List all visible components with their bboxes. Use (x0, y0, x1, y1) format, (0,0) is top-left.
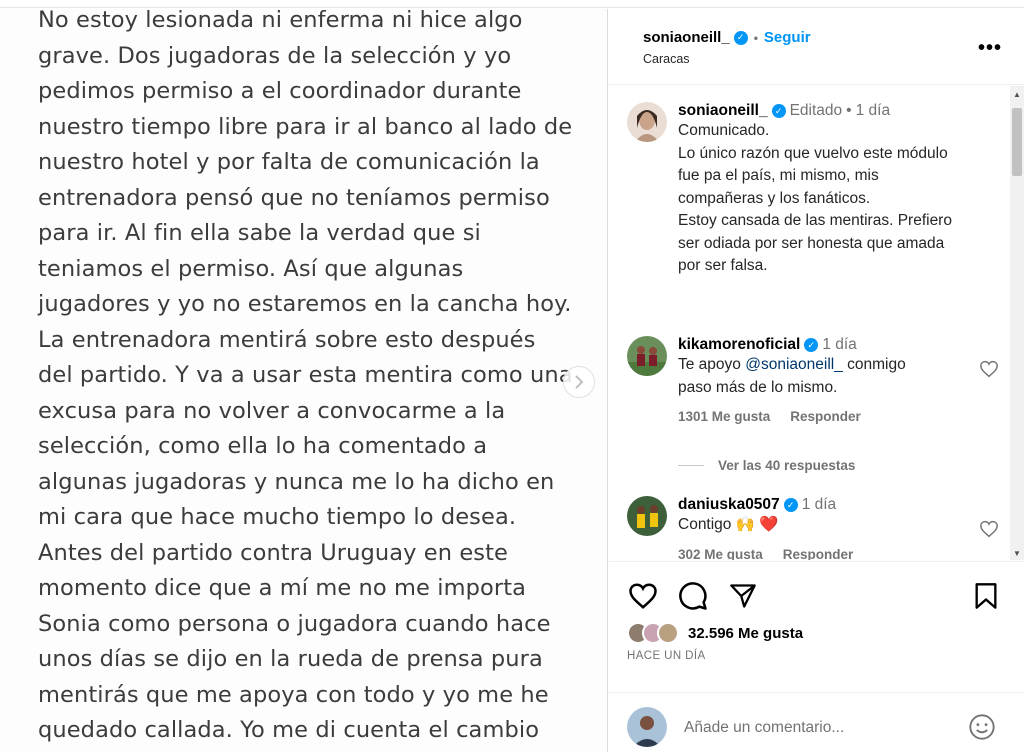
post-actions: 32.596 Me gusta HACE UN DÍA (609, 561, 1024, 691)
chevron-right-icon (575, 375, 584, 389)
image-text-line: grave. Dos jugadoras de la selección y y… (38, 42, 512, 69)
reply-button[interactable]: Responder (790, 409, 861, 424)
comment-like-icon[interactable] (979, 360, 999, 383)
comment-username[interactable]: kikamorenoficial (678, 336, 800, 354)
follow-button[interactable]: Seguir (764, 29, 811, 46)
post-image: No estoy lesionada ni enferma ni hice al… (0, 9, 608, 752)
view-replies-label: Ver las 40 respuestas (718, 458, 856, 473)
image-text-line: nuestro hotel y por falta de comunicació… (38, 149, 540, 175)
image-text-line: selección, como ella lo ha comentado a (38, 433, 488, 459)
post-date[interactable]: HACE UN DÍA (627, 650, 706, 662)
next-image-button[interactable] (563, 366, 595, 398)
image-text-line: algunas jugadoras y nunca me lo ha dicho… (38, 468, 555, 495)
image-text-line: pedimos permiso a el coordinador durante (38, 78, 522, 104)
caption-time[interactable]: 1 día (856, 102, 890, 120)
liker-avatars (627, 622, 679, 644)
post-header: soniaoneill_ ✓ • Seguir Caracas ••• (609, 9, 1024, 85)
comment-username[interactable]: daniuska0507 (678, 496, 780, 514)
image-text-line: entrenadora pensó que no teníamos permis… (38, 184, 550, 211)
comment-time[interactable]: 1 día (802, 496, 836, 514)
image-text-line: Sonia como persona o jugadora cuando hac… (38, 610, 551, 637)
image-text-line: excusa para no volver a convocarme a la (38, 397, 506, 424)
caption-line: compañeras y los fanáticos. (678, 189, 871, 207)
caption-line: Estoy cansada de las mentiras. Prefiero (678, 212, 952, 229)
verified-icon: ✓ (771, 104, 786, 118)
image-text-line: nuestro tiempo libre para ir al banco al… (38, 113, 573, 140)
image-text-line: del partido. Y va a usar esta mentira co… (38, 362, 573, 388)
comment-avatar[interactable] (627, 336, 667, 376)
comment-text-part: paso más de lo mismo. (678, 378, 838, 396)
scroll-up-icon[interactable]: ▲ (1013, 90, 1021, 99)
verified-icon: ✓ (783, 498, 798, 512)
scroll-down-icon[interactable]: ▼ (1013, 549, 1021, 558)
comment-input[interactable]: Añade un comentario... (684, 719, 844, 737)
separator-dot: • (846, 102, 852, 119)
separator-dot: • (753, 30, 758, 45)
share-send-icon[interactable] (727, 580, 759, 612)
header-username[interactable]: soniaoneill_ (643, 29, 730, 46)
comment-avatar[interactable] (627, 496, 667, 536)
scrollbar-thumb[interactable] (1012, 108, 1022, 176)
caption-edited: Editado (789, 102, 843, 119)
image-text-line: para ir. Al fin ella sabe la verdad que … (38, 220, 481, 246)
bookmark-icon[interactable] (970, 580, 1002, 612)
caption-line: fue pa el país, mi mismo, mis (678, 167, 879, 184)
like-heart-icon[interactable] (627, 580, 659, 612)
more-options-icon[interactable]: ••• (978, 37, 1002, 60)
action-icons (627, 580, 759, 612)
comment-time[interactable]: 1 día (822, 336, 856, 354)
image-text-line: jugadores y yo no estaremos en la cancha… (38, 291, 572, 317)
comment-text: Te apoyo @soniaoneill_ conmigo paso más … (678, 354, 998, 399)
caption-line: por ser falsa. (678, 257, 768, 274)
caption-text: Comunicado. Lo único razón que vuelvo est… (678, 120, 998, 278)
image-text-line: mi cara que hace mucho tiempo lo desea. (38, 504, 517, 530)
image-text-line: teniamos el permiso. Así que algunas (38, 255, 464, 282)
mention-link[interactable]: @soniaoneill_ (745, 356, 843, 373)
location-link[interactable]: Caracas (643, 52, 690, 66)
image-text-line: momento dice que a mí me no me importa (38, 575, 527, 601)
comment-like-icon[interactable] (979, 520, 999, 543)
likes-row[interactable]: 32.596 Me gusta (627, 622, 803, 644)
image-text-line: unos días se dijo en la rueda de prensa … (38, 646, 543, 672)
image-text-line: No estoy lesionada ni enferma ni hice al… (38, 9, 523, 33)
likes-count[interactable]: 32.596 Me gusta (688, 625, 803, 642)
comment-text: Contigo 🙌 ❤️ (678, 516, 779, 533)
comment-text-part: Te apoyo (678, 356, 746, 373)
comment-bubble-icon[interactable] (677, 580, 709, 612)
caption-line: Lo único razón que vuelvo este módulo (678, 144, 948, 162)
comment-actions: 302 Me gusta Responder (678, 547, 998, 561)
comment-likes[interactable]: 1301 Me gusta (678, 409, 770, 424)
image-text-line: mentirás que me apoya con todo y yo me h… (38, 681, 549, 708)
verified-icon: ✓ (804, 338, 819, 352)
caption-avatar[interactable] (627, 102, 667, 142)
browser-top-edge (0, 0, 1024, 8)
verified-icon: ✓ (733, 30, 748, 45)
image-text-line: Antes del partido contra Uruguay en este (38, 539, 508, 566)
caption-username[interactable]: soniaoneill_ (678, 102, 768, 120)
post-sidebar: soniaoneill_ ✓ • Seguir Caracas ••• soni… (609, 9, 1024, 752)
comments-area: soniaoneill_ ✓ Editado • 1 día Comunicad… (609, 86, 1024, 560)
comments-scrollbar[interactable]: ▲ ▼ (1010, 86, 1024, 560)
header-user-row: soniaoneill_ ✓ • Seguir (643, 29, 811, 46)
post-image-text: No estoy lesionada ni enferma ni hice al… (38, 9, 578, 749)
caption-line: ser odiada por ser honesta que amada (678, 234, 945, 252)
liker-avatar (657, 622, 679, 644)
replies-line (678, 465, 704, 466)
caption-line: Comunicado. (678, 122, 770, 139)
comment-actions: 1301 Me gusta Responder (678, 409, 998, 424)
current-user-avatar[interactable] (627, 707, 667, 747)
comment-text-part: conmigo (842, 356, 906, 373)
image-text-line: La entrenadora mentirá sobre esto despué… (38, 326, 536, 353)
emoji-icon[interactable] (968, 713, 996, 746)
reply-button[interactable]: Responder (783, 547, 854, 561)
add-comment-bar: Añade un comentario... (609, 692, 1024, 752)
view-replies-button[interactable]: Ver las 40 respuestas (678, 458, 855, 473)
image-text-line: quedado callada. Yo me di cuenta el camb… (38, 717, 540, 743)
comment-likes[interactable]: 302 Me gusta (678, 547, 763, 561)
